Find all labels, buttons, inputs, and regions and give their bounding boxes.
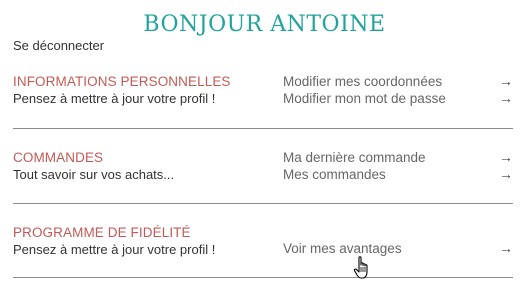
arrow-right-icon: → [499,166,513,182]
section-title: COMMANDES [13,150,104,165]
link-label: Voir mes avantages [283,241,402,256]
section-links: Voir mes avantages → [283,240,513,258]
account-page: BONJOUR ANTOINE Se déconnecter INFORMATI… [0,0,529,286]
section-title: INFORMATIONS PERSONNELLES [13,74,231,89]
section-subtitle: Tout savoir sur vos achats... [13,167,175,182]
page-title: BONJOUR ANTOINE [143,12,386,37]
arrow-right-icon: → [499,73,513,89]
last-order-link[interactable]: Ma dernière commande → [283,149,513,167]
arrow-right-icon: → [499,149,513,165]
section-title: PROGRAMME DE FIDÉLITÉ [13,225,191,240]
arrow-right-icon: → [499,240,513,256]
logout-link[interactable]: Se déconnecter [13,38,104,53]
link-label: Modifier mes coordonnées [283,74,443,89]
section-orders: COMMANDES Tout savoir sur vos achats... … [13,149,513,190]
view-benefits-link[interactable]: Voir mes avantages → [283,240,513,258]
arrow-right-icon: → [499,90,513,106]
link-label: Ma dernière commande [283,150,426,165]
divider [13,203,513,204]
section-links: Ma dernière commande → Mes commandes → [283,149,513,184]
section-subtitle: Pensez à mettre à jour votre profil ! [13,91,216,106]
link-label: Mes commandes [283,167,386,182]
hand-cursor-icon [353,256,368,279]
section-subtitle: Pensez à mettre à jour votre profil ! [13,242,216,257]
section-loyalty-program: PROGRAMME DE FIDÉLITÉ Pensez à mettre à … [13,225,513,265]
section-personal-info: INFORMATIONS PERSONNELLES Pensez à mettr… [13,73,513,114]
link-label: Modifier mon mot de passe [283,91,446,106]
divider [13,128,513,129]
edit-contact-link[interactable]: Modifier mes coordonnées → [283,73,513,91]
my-orders-link[interactable]: Mes commandes → [283,166,513,184]
divider [13,277,513,278]
section-links: Modifier mes coordonnées → Modifier mon … [283,73,513,108]
edit-password-link[interactable]: Modifier mon mot de passe → [283,90,513,108]
